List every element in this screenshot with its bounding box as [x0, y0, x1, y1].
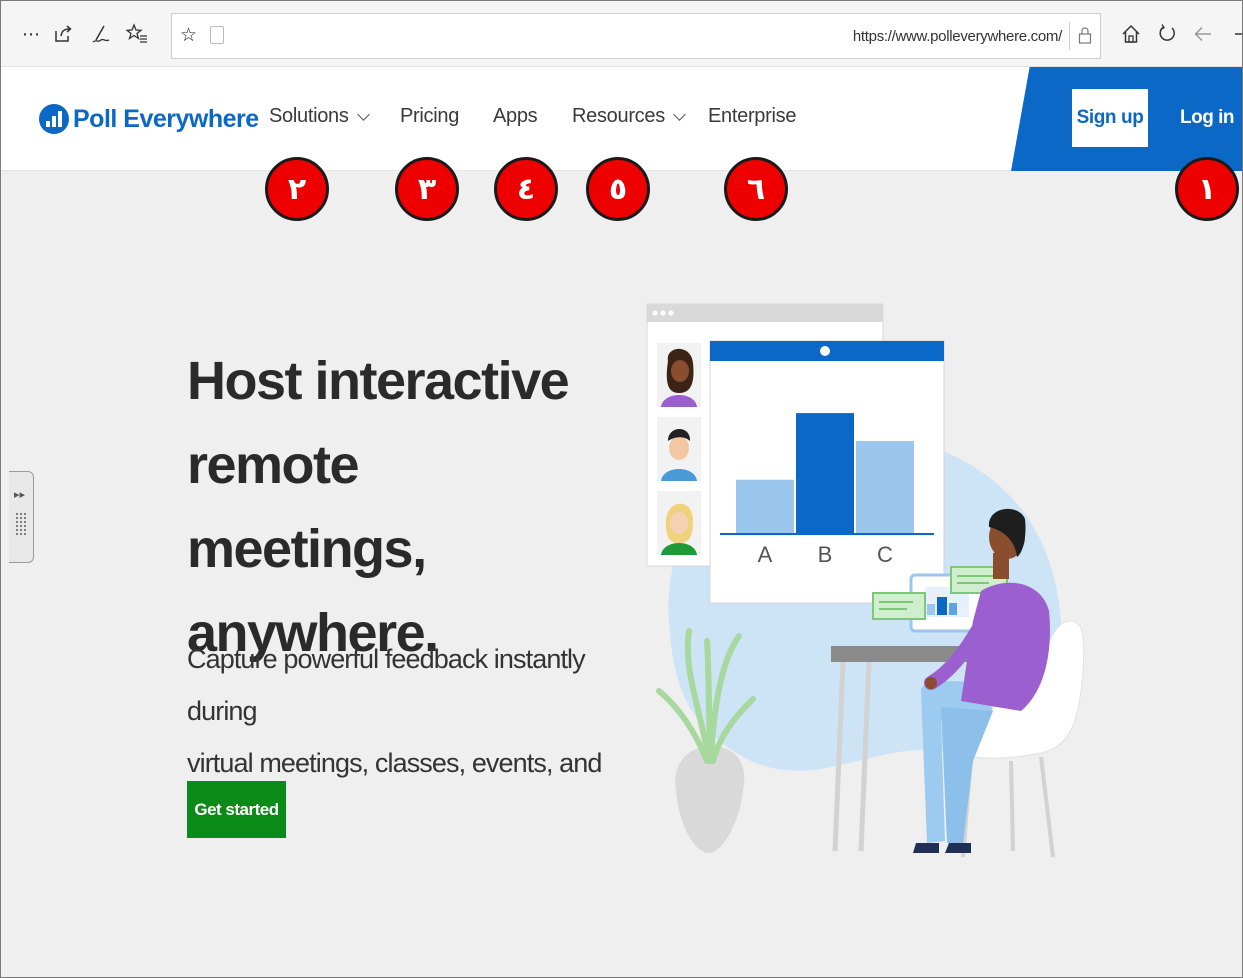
- grip-icon: [15, 512, 27, 536]
- marker-apps: ٤: [494, 157, 558, 221]
- hero-illustration: A B C: [646, 303, 1085, 858]
- nav-resources[interactable]: Resources: [572, 105, 686, 128]
- refresh-icon[interactable]: [1155, 23, 1179, 47]
- poll-bar-label: B: [818, 542, 833, 567]
- nav-enterprise[interactable]: Enterprise: [708, 105, 796, 128]
- share-icon[interactable]: [51, 23, 75, 47]
- browser-toolbar: ⋯ ☆ https://www.polleverywhere.com/: [1, 1, 1242, 67]
- side-panel-handle[interactable]: ▸▸: [9, 471, 34, 563]
- poll-everywhere-logo-icon: [39, 104, 69, 134]
- hero-subtitle-line: Capture powerful feedback instantly duri…: [187, 644, 586, 726]
- hero-title-line: Host interactive: [187, 351, 570, 411]
- nav-apps[interactable]: Apps: [493, 105, 538, 128]
- nav-resources-label: Resources: [572, 105, 665, 127]
- marker-resources: ٥: [586, 157, 650, 221]
- nav-enterprise-label: Enterprise: [708, 105, 797, 127]
- marker-enterprise: ٦: [724, 157, 788, 221]
- page-frame: ⋯ ☆ https://www.polleverywhere.com/ Poll…: [0, 0, 1243, 978]
- poll-bar-a: [736, 479, 794, 534]
- avatar: [657, 417, 701, 481]
- expand-icon: ▸▸: [14, 488, 26, 501]
- nav-pricing[interactable]: Pricing: [400, 105, 459, 128]
- video-window-titlebar: [647, 304, 883, 322]
- lock-icon[interactable]: [1078, 26, 1092, 44]
- url-divider: [1069, 22, 1070, 50]
- marker-solutions: ٢: [265, 157, 329, 221]
- hero-title-line: remote meetings,: [187, 435, 427, 579]
- poll-bar-label: C: [877, 542, 893, 567]
- nav-solutions-label: Solutions: [269, 105, 349, 127]
- nav-solutions[interactable]: Solutions: [269, 105, 370, 128]
- poll-bar-c: [856, 441, 914, 534]
- back-icon[interactable]: [1191, 23, 1215, 47]
- logo[interactable]: Poll Everywhere: [39, 101, 259, 137]
- logo-text: Poll Everywhere: [73, 104, 259, 133]
- sign-up-button[interactable]: Sign up: [1072, 89, 1148, 147]
- minimize-icon[interactable]: [1229, 23, 1242, 47]
- log-in-link[interactable]: Log in: [1180, 107, 1234, 129]
- avatar: [657, 343, 701, 407]
- avatar: [657, 491, 701, 555]
- hero-title: Host interactive remote meetings, anywhe…: [187, 339, 607, 675]
- chevron-down-icon: [356, 107, 370, 121]
- star-icon[interactable]: ☆: [180, 24, 197, 46]
- message-card: [872, 592, 926, 620]
- nav-pricing-label: Pricing: [400, 105, 460, 127]
- poll-bar-b: [796, 413, 854, 534]
- address-bar[interactable]: ☆ https://www.polleverywhere.com/: [171, 13, 1101, 59]
- favorites-icon[interactable]: [125, 23, 149, 47]
- get-started-button[interactable]: Get started: [187, 781, 286, 838]
- pen-icon[interactable]: [89, 23, 113, 47]
- nav-apps-label: Apps: [493, 105, 538, 127]
- url-text[interactable]: https://www.polleverywhere.com/: [853, 28, 1062, 45]
- more-icon[interactable]: ⋯: [19, 23, 43, 47]
- marker-pricing: ٣: [395, 157, 459, 221]
- reader-icon[interactable]: [210, 26, 224, 44]
- poll-bar-label: A: [758, 542, 773, 567]
- chevron-down-icon: [673, 107, 686, 121]
- home-icon[interactable]: [1119, 23, 1143, 47]
- marker-login: ١: [1175, 157, 1239, 221]
- site-header: Poll Everywhere Solutions Pricing Apps R…: [1, 67, 1242, 171]
